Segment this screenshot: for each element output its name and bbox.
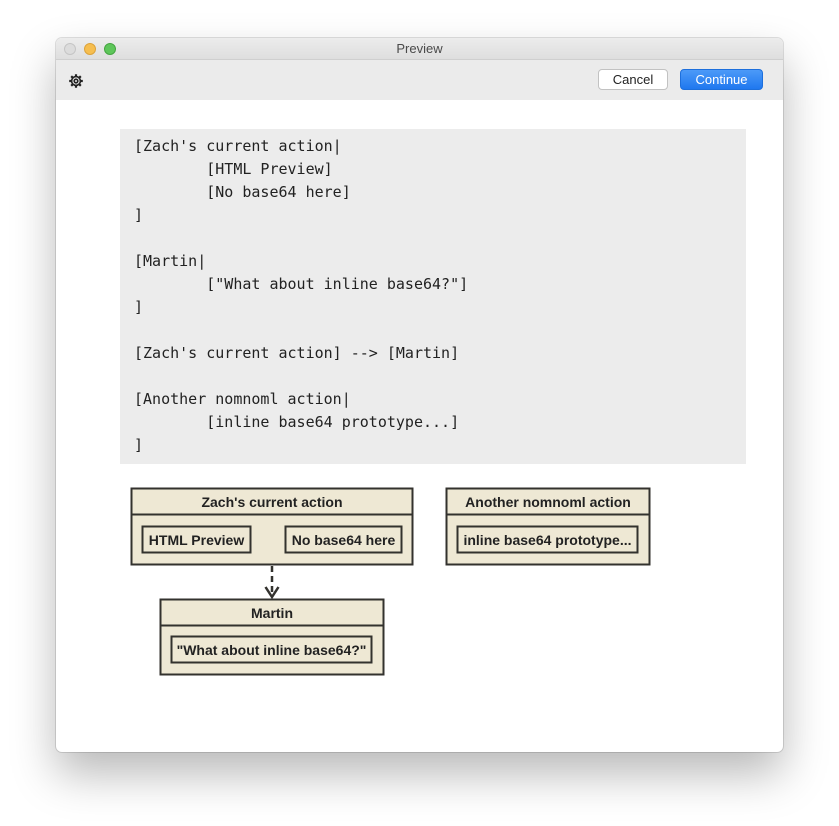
zach-node-title: Zach's current action (201, 494, 342, 510)
inline-base64-question-label: "What about inline base64?" (177, 642, 367, 658)
node-martin: Martin "What about inline base64?" (159, 598, 385, 676)
node-zachs-current-action: Zach's current action HTML Preview No ba… (130, 487, 414, 566)
nomnoml-diagram: Zach's current action HTML Preview No ba… (130, 487, 651, 676)
another-node-title: Another nomnoml action (465, 494, 631, 510)
preview-window: Preview Cancel Continue [Zach's current … (56, 38, 783, 752)
dependency-arrow (264, 566, 280, 600)
inline-base64-prototype-label: inline base64 prototype... (463, 532, 631, 548)
node-another-nomnoml-action: Another nomnoml action inline base64 pro… (445, 487, 651, 566)
html-preview-label: HTML Preview (149, 532, 245, 548)
no-base64-label: No base64 here (292, 532, 396, 548)
martin-node-title: Martin (251, 605, 293, 621)
